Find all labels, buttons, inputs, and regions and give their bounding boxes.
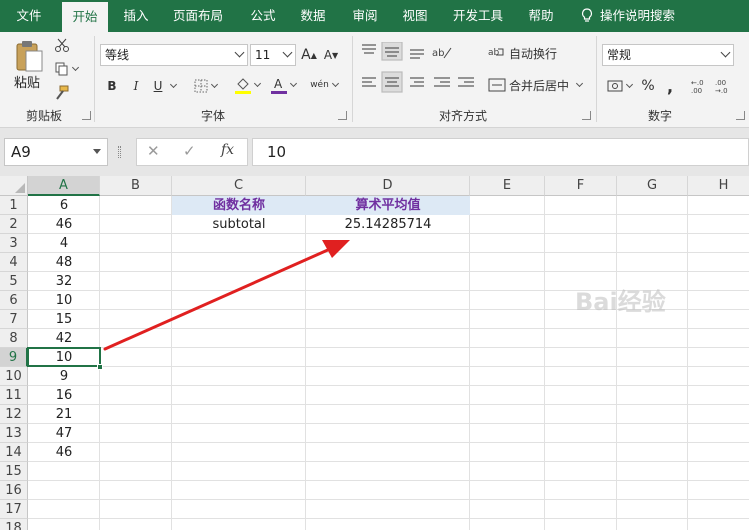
annotation-arrow-icon	[103, 240, 350, 351]
